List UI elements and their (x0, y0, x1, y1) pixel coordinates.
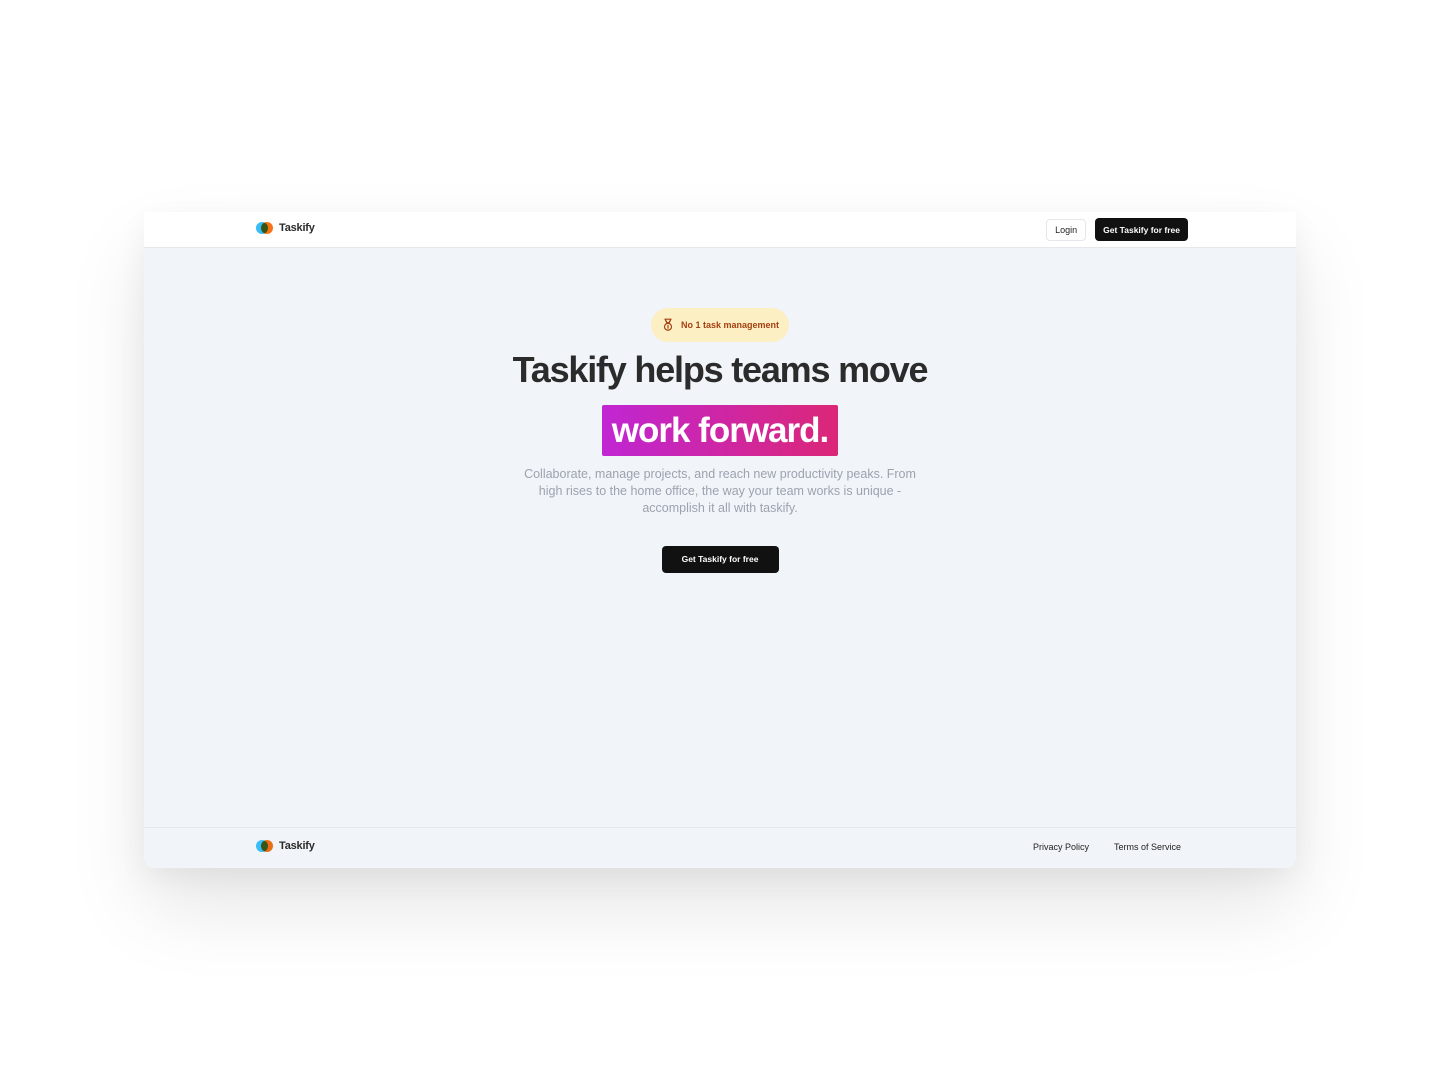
login-button[interactable]: Login (1046, 218, 1087, 241)
logo-icon (256, 222, 273, 234)
hero-subtitle: Collaborate, manage projects, and reach … (524, 467, 916, 515)
nav-get-taskify-button[interactable]: Get Taskify for free (1095, 218, 1188, 241)
header-logo[interactable]: Taskify (256, 222, 315, 234)
logo-icon (256, 840, 273, 852)
privacy-policy-link[interactable]: Privacy Policy (1033, 842, 1089, 852)
badge: No 1 task management (650, 308, 790, 342)
page-canvas: Taskify Login Get Taskify for free No 1 … (0, 0, 1440, 1080)
footer-brand-name: Taskify (279, 840, 315, 852)
footer-links: Privacy Policy Terms of Service (1033, 842, 1181, 852)
hero-highlight: work forward. (601, 405, 839, 456)
brand-name: Taskify (279, 222, 315, 234)
browser-frame: Taskify Login Get Taskify for free No 1 … (144, 212, 1296, 868)
hero-get-taskify-button[interactable]: Get Taskify for free (661, 545, 779, 573)
hero-section: No 1 task management Taskify helps teams… (144, 308, 1296, 573)
badge-text: No 1 task management (680, 320, 780, 330)
terms-of-service-link[interactable]: Terms of Service (1114, 842, 1181, 852)
top-navbar: Taskify Login Get Taskify for free (144, 212, 1296, 248)
hero-headline: Taskify helps teams move (512, 349, 929, 390)
medal-icon (663, 318, 673, 331)
footer-logo[interactable]: Taskify (256, 840, 315, 852)
nav-actions: Login Get Taskify for free (1046, 218, 1188, 241)
